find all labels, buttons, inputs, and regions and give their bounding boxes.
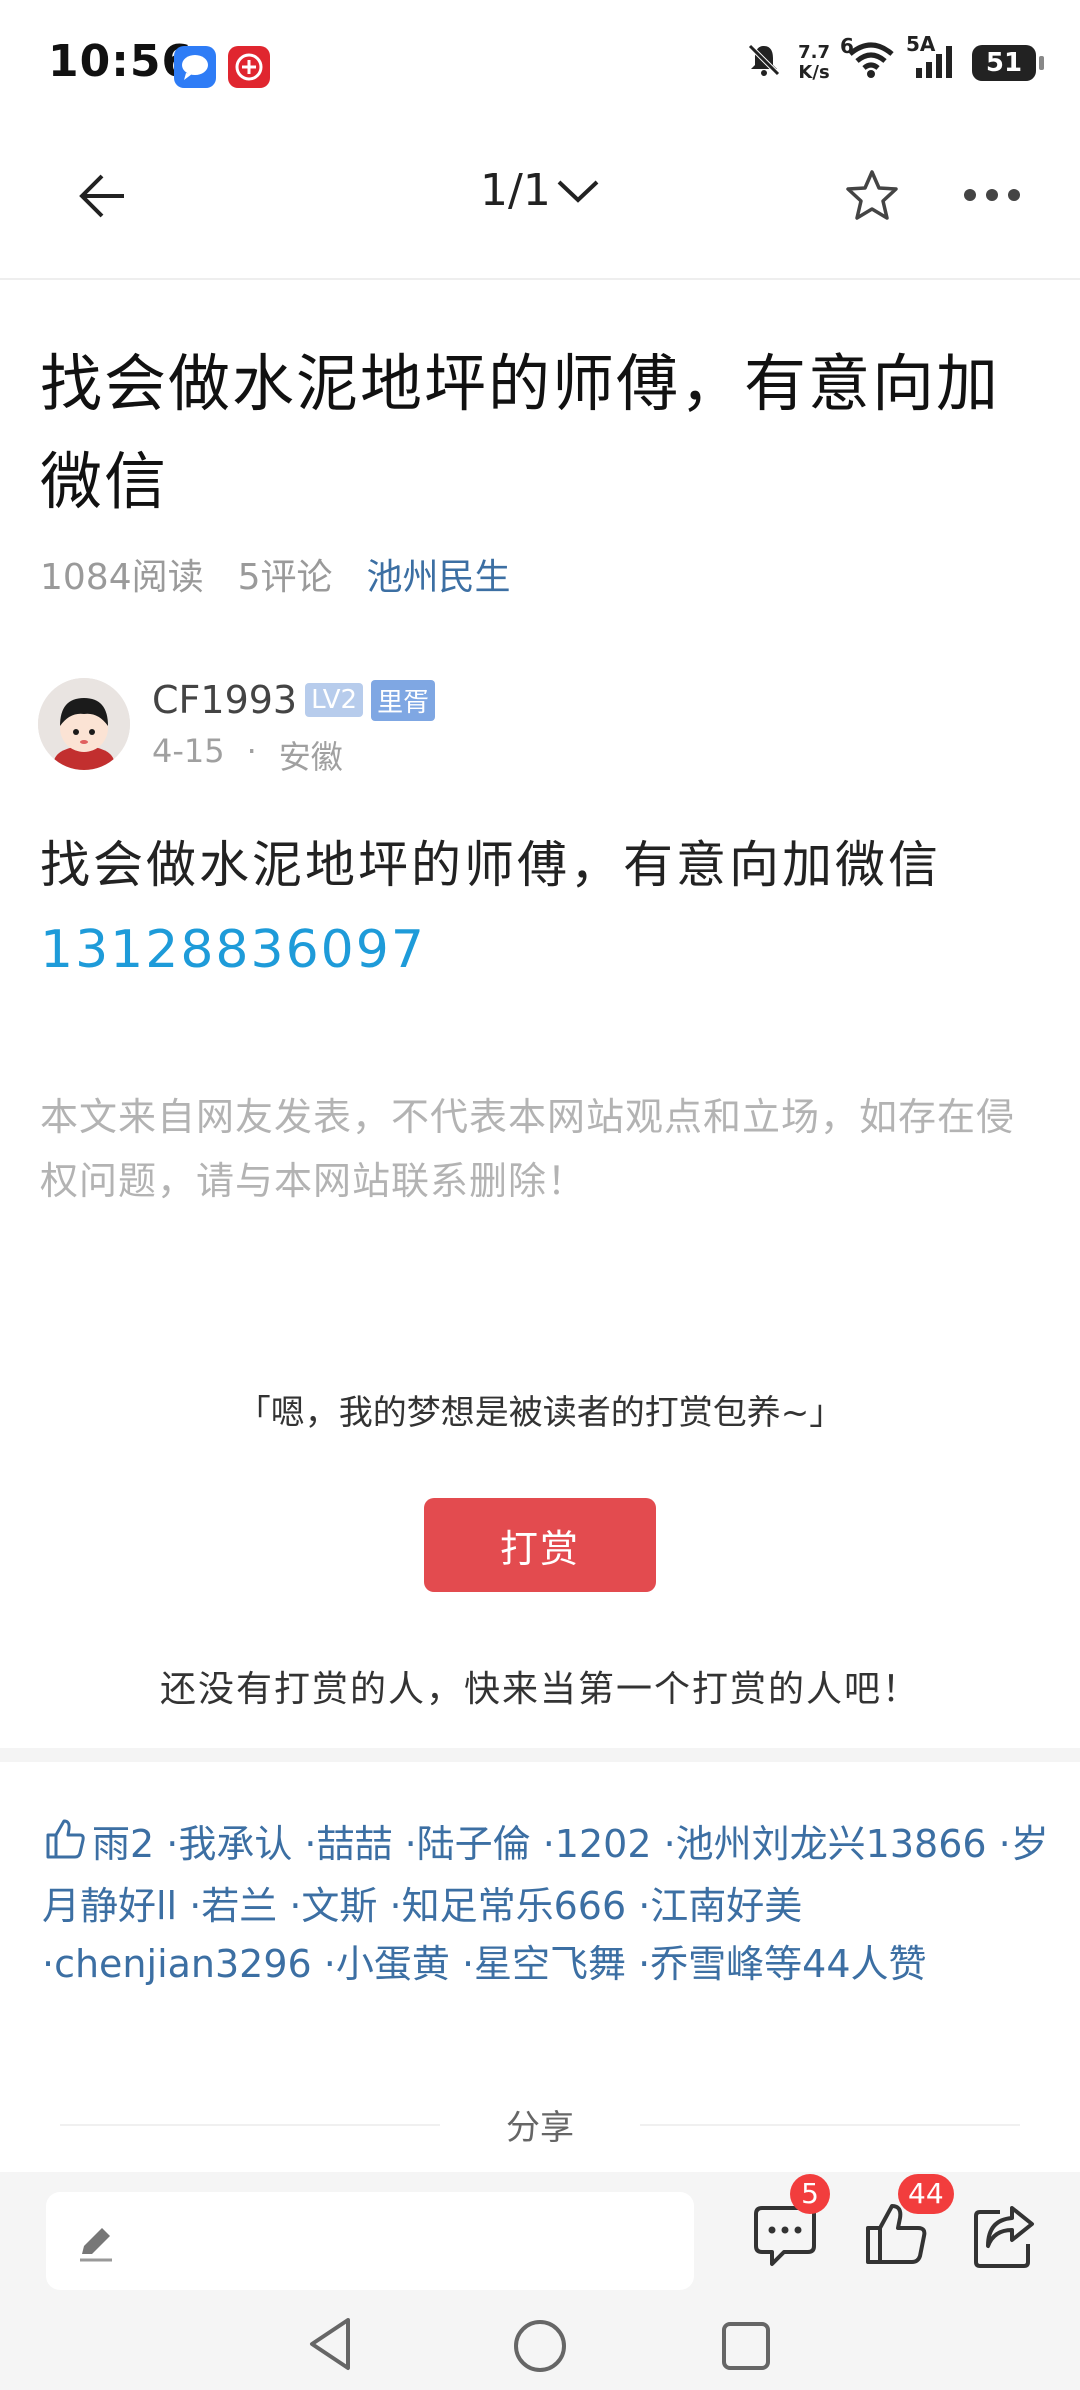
star-icon [846, 170, 898, 220]
more-button[interactable] [960, 180, 1024, 214]
speed-unit: K/s [798, 62, 830, 83]
gift-app-icon [228, 46, 270, 88]
wifi-label: 6 [840, 34, 854, 58]
back-triangle-icon [310, 2318, 350, 2370]
reward-button[interactable]: 打赏 [424, 1498, 656, 1592]
author-sub: 4-15 · 安徽 [152, 732, 343, 778]
pencil-icon [80, 2228, 112, 2262]
recents-square-icon [722, 2322, 770, 2370]
chevron-down-icon [557, 180, 599, 203]
post-location: 安徽 [278, 738, 343, 776]
phone-link[interactable]: 13128836097 [40, 920, 426, 980]
battery-level: 51 [985, 48, 1023, 78]
status-time: 10:56 [48, 36, 194, 87]
back-arrow-icon [79, 174, 124, 218]
category-link[interactable]: 池州民生 [367, 548, 511, 600]
section-divider [0, 1748, 1080, 1762]
disclaimer: 本文来自网友发表，不代表本网站观点和立场，如存在侵权问题，请与本网站联系删除！ [40, 1095, 1016, 1203]
level-badge: LV2 [305, 683, 364, 717]
comment-input[interactable] [46, 2192, 694, 2290]
thumb-up-icon [42, 1817, 86, 1877]
pager-label: 1/1 [480, 165, 551, 216]
system-home-button[interactable] [512, 2318, 568, 2378]
reward-empty-text: 还没有打赏的人，快来当第一个打赏的人吧！ [159, 1669, 920, 1710]
network-speed: 7.7 K/s [798, 43, 830, 83]
nav-divider [0, 278, 1080, 280]
favorite-button[interactable] [842, 166, 902, 230]
avatar[interactable] [38, 678, 130, 770]
system-recents-button[interactable] [720, 2320, 772, 2376]
pager-dropdown[interactable]: 1/1 [480, 165, 601, 216]
share-label: 分享 [506, 2108, 574, 2148]
comment-count: 5评论 [237, 557, 333, 598]
system-back-button[interactable] [306, 2316, 356, 2376]
comment-count-badge: 5 [790, 2174, 830, 2214]
back-button[interactable] [74, 168, 130, 228]
article-title: 找会做水泥地坪的师傅，有意向加微信 [40, 347, 1001, 518]
article-meta: 1084阅读 5评论 池州民生 [40, 548, 511, 600]
battery-icon: 51 [972, 45, 1044, 81]
title-badge: 里胥 [371, 679, 436, 721]
author-info[interactable]: CF1993 LV2 里胥 [152, 678, 436, 722]
more-icon [964, 189, 1020, 201]
message-app-icon [174, 46, 216, 88]
like-count-badge: 44 [898, 2174, 954, 2214]
likes-list[interactable]: 雨2 ·我承认 ·喆喆 ·陆子倫 ·1202 ·池州刘龙兴13866 ·岁月静好… [42, 1815, 1052, 1993]
signal-label: 5A [906, 32, 936, 56]
signal-icon: 5A [906, 32, 958, 86]
share-icon [974, 2206, 1034, 2268]
post-date: 4-15 [152, 732, 225, 770]
reward-quote: 「嗯，我的梦想是被读者的打赏包养~」 [236, 1393, 844, 1433]
speed-value: 7.7 [798, 42, 830, 63]
wifi-icon: 6 [840, 34, 898, 86]
home-circle-icon [514, 2320, 566, 2372]
status-indicators: 7.7 K/s 6 5A 51 [744, 32, 1044, 86]
likes-names[interactable]: 雨2 ·我承认 ·喆喆 ·陆子倫 ·1202 ·池州刘龙兴13866 ·岁月静好… [42, 1822, 1049, 1986]
article-body: 找会做水泥地坪的师傅，有意向加微信 [40, 836, 941, 894]
mute-icon [744, 40, 784, 86]
author-name[interactable]: CF1993 [152, 678, 297, 722]
read-count: 1084阅读 [40, 557, 204, 598]
meta-separator: · [246, 732, 257, 770]
share-button[interactable] [970, 2202, 1040, 2276]
